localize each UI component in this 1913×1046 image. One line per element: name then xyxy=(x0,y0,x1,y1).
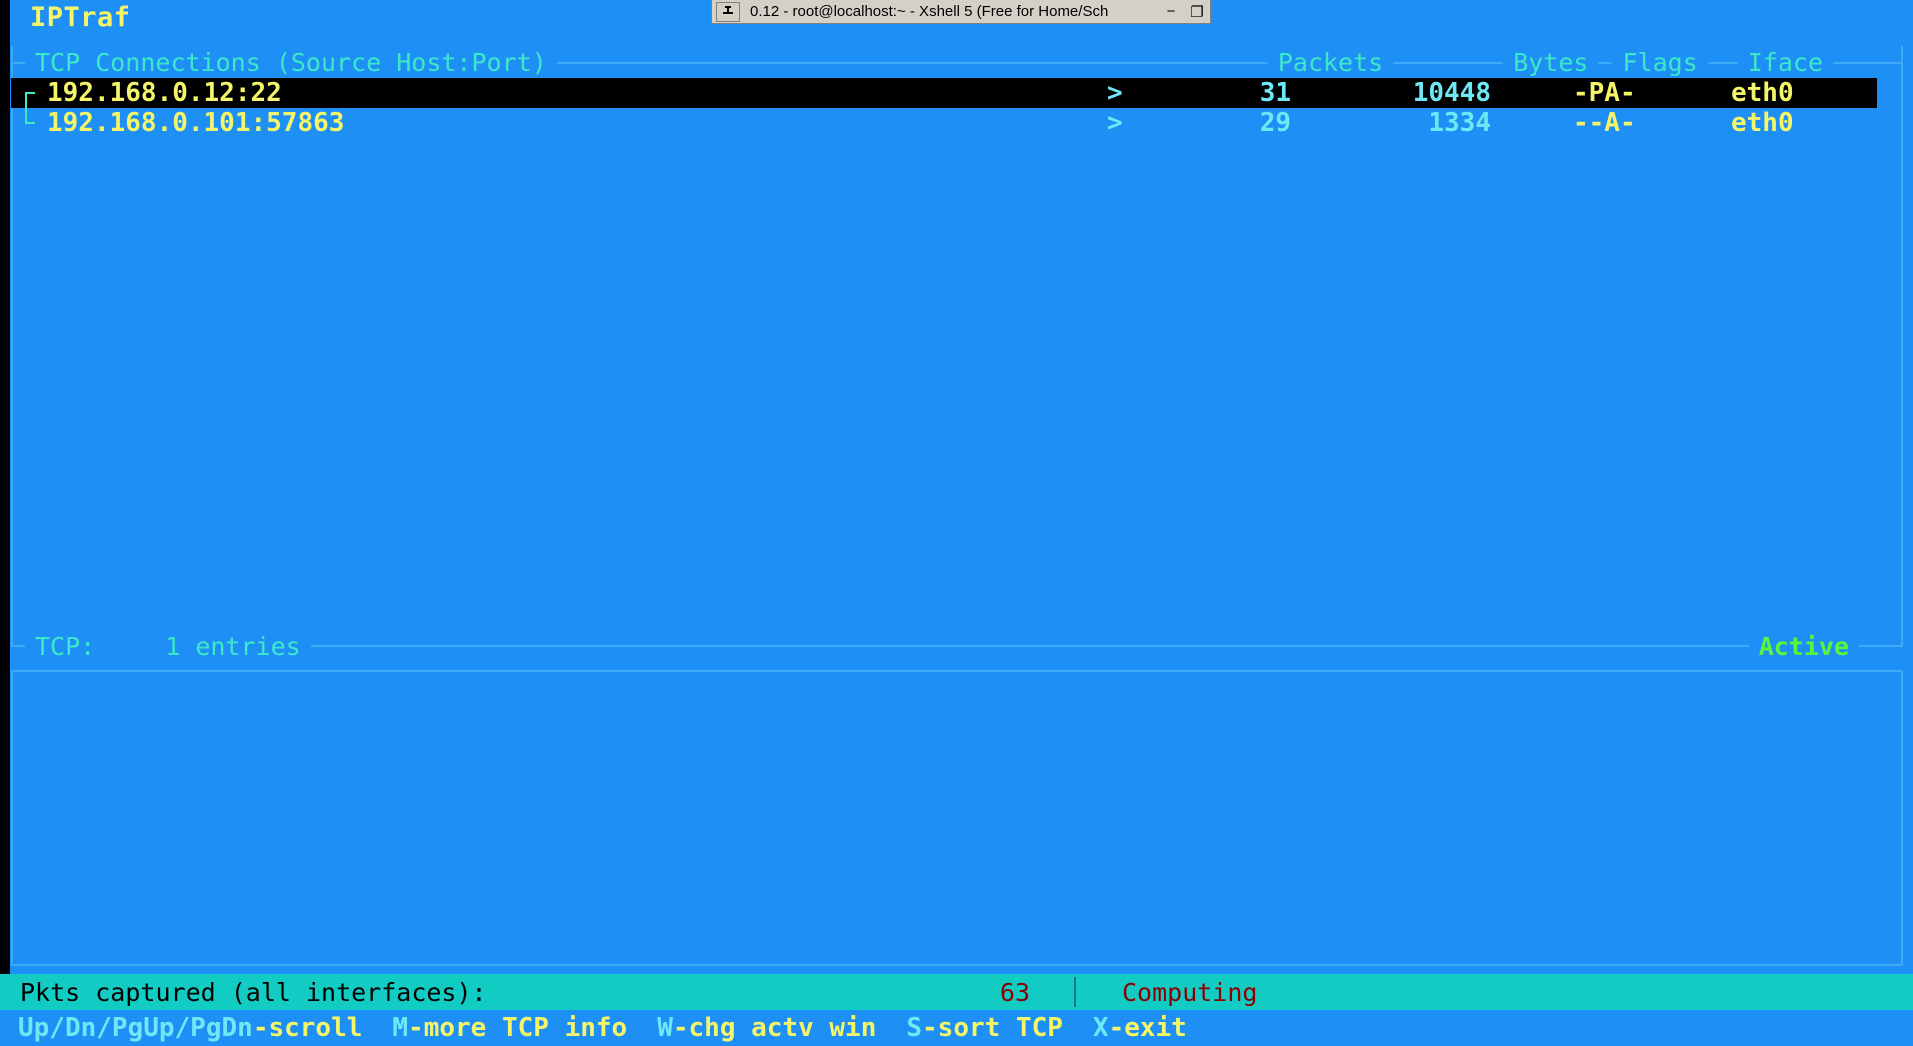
border-dash xyxy=(1707,62,1738,64)
column-header-iface: Iface xyxy=(1747,47,1823,77)
connection-host: 192.168.0.101:57863 xyxy=(47,108,345,138)
key-hint-desc: -exit xyxy=(1108,1013,1187,1043)
border-dash xyxy=(1393,62,1504,64)
key-hint-key: S xyxy=(906,1013,923,1043)
key-hint-key: M xyxy=(392,1013,409,1043)
packets-captured-count: 63 xyxy=(999,977,1030,1007)
computing-state: Computing xyxy=(1122,977,1258,1007)
key-hint-desc: -scroll xyxy=(252,1013,363,1043)
tcp-entries-row: TCP: 1 entries Active xyxy=(11,630,1903,662)
minimize-button[interactable]: − xyxy=(1158,2,1184,22)
non-tcp-panel xyxy=(11,670,1903,966)
key-hint-exit[interactable]: X-exit xyxy=(1093,1013,1187,1043)
key-hint-scroll[interactable]: Up/Dn/PgUp/PgDn-scroll xyxy=(18,1013,362,1043)
key-hint-desc: -more TCP info xyxy=(408,1013,628,1043)
border-dash xyxy=(1598,62,1613,64)
pin-icon[interactable] xyxy=(716,1,740,22)
column-header-packets: Packets xyxy=(1277,47,1384,77)
key-hint-desc: -sort TCP xyxy=(922,1013,1063,1043)
key-hint-more-tcp-info[interactable]: M-more TCP info xyxy=(392,1013,627,1043)
connection-bracket-icon xyxy=(23,78,39,108)
table-row[interactable]: 192.168.0.12:22 > 31 10448 -PA- eth0 xyxy=(11,78,1877,108)
status-bar: Pkts captured (all interfaces): 63 Compu… xyxy=(0,974,1913,1010)
window-title-text: 0.12 - root@localhost:~ - Xshell 5 (Free… xyxy=(750,3,1109,20)
connection-iface: eth0 xyxy=(1731,78,1794,108)
status-badge: Active xyxy=(1758,631,1849,661)
connection-iface: eth0 xyxy=(1731,108,1794,138)
left-gutter xyxy=(0,0,10,1000)
status-divider xyxy=(1074,977,1076,1007)
app-title: IPTraf xyxy=(30,2,131,33)
connection-flags: -PA- xyxy=(1573,78,1636,108)
key-hints-bar: Up/Dn/PgUp/PgDn-scroll M-more TCP info W… xyxy=(0,1010,1913,1046)
connection-list: 192.168.0.12:22 > 31 10448 -PA- eth0 192… xyxy=(11,78,1903,138)
key-hint-key: X xyxy=(1092,1013,1109,1043)
table-row[interactable]: 192.168.0.101:57863 > 29 1334 --A- eth0 xyxy=(11,108,1903,138)
tcp-entries-label: TCP: xyxy=(35,631,96,661)
key-hint-key: Up/Dn/PgUp/PgDn xyxy=(18,1013,253,1043)
terminal-screen: IPTraf TCP Connections (Source Host:Port… xyxy=(0,0,1913,1046)
border-dash xyxy=(1833,62,1903,64)
border-dash xyxy=(310,645,1749,647)
column-header-bytes: Bytes xyxy=(1513,47,1589,77)
key-hint-chg-actv-win[interactable]: W-chg actv win xyxy=(657,1013,876,1043)
direction-arrow-icon: > xyxy=(1107,78,1123,108)
direction-arrow-icon: > xyxy=(1107,108,1123,138)
connection-flags: --A- xyxy=(1573,108,1636,138)
key-hint-key: W xyxy=(657,1013,673,1043)
connection-packets: 31 xyxy=(1259,78,1291,108)
connection-bracket-icon xyxy=(23,108,39,138)
key-hint-desc: -chg actv win xyxy=(672,1013,877,1043)
window-titlebar[interactable]: 0.12 - root@localhost:~ - Xshell 5 (Free… xyxy=(711,0,1211,24)
column-header-source: TCP Connections (Source Host:Port) xyxy=(35,47,547,77)
tcp-entries-count: 1 entries xyxy=(165,631,301,661)
column-header-flags: Flags xyxy=(1622,47,1698,77)
tcp-connections-panel: TCP Connections (Source Host:Port) Packe… xyxy=(11,46,1903,659)
connection-host: 192.168.0.12:22 xyxy=(47,78,282,108)
column-header-row: TCP Connections (Source Host:Port) Packe… xyxy=(11,46,1903,78)
connection-bytes: 1334 xyxy=(1428,108,1491,138)
connection-bytes: 10448 xyxy=(1412,78,1491,108)
key-hint-sort-tcp[interactable]: S-sort TCP xyxy=(906,1013,1063,1043)
connection-packets: 29 xyxy=(1259,108,1291,138)
border-dash xyxy=(1859,645,1903,647)
border-dash xyxy=(556,62,1268,64)
border-dash xyxy=(11,62,25,64)
border-dash xyxy=(11,645,25,647)
packets-captured-label: Pkts captured (all interfaces): xyxy=(20,977,487,1007)
restore-button[interactable]: ❐ xyxy=(1184,2,1210,22)
